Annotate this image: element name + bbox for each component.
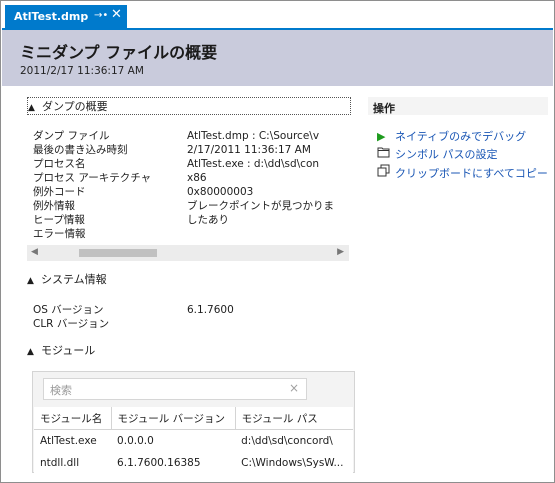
label-last-write-time: 最後の書き込み時刻	[33, 144, 128, 156]
section-title: ダンプの概要	[42, 100, 108, 113]
folder-icon	[377, 146, 395, 161]
tab-title: AtlTest.dmp	[14, 10, 89, 23]
label-process-name: プロセス名	[33, 158, 86, 170]
summary-header: ミニダンプ ファイルの概要 2011/2/17 11:36:17 AM	[2, 30, 553, 86]
cell-module-path: C:\Windows\SysW...	[241, 457, 344, 469]
close-icon[interactable]: ✕	[111, 8, 122, 22]
table-row[interactable]: AtlTest.exe 0.0.0.0 d:\dd\sd\concord\	[34, 430, 353, 453]
action-label: クリップボードにすべてコピー	[395, 167, 548, 180]
value-process-architecture: x86	[187, 172, 207, 184]
label-clr-version: CLR バージョン	[33, 318, 110, 330]
horizontal-scrollbar[interactable]: ◀ ▶	[27, 245, 349, 261]
cell-module-name: AtlTest.exe	[40, 435, 97, 447]
search-placeholder: 検索	[50, 384, 72, 397]
pin-icon[interactable]: →•	[94, 10, 108, 21]
section-title: システム情報	[41, 273, 107, 286]
dump-date: 2011/2/17 11:36:17 AM	[20, 65, 144, 77]
play-icon: ▶	[377, 130, 386, 143]
chevron-up-icon: ▲	[28, 103, 35, 113]
action-label: シンボル パスの設定	[395, 148, 498, 161]
label-exception-info: 例外情報	[33, 200, 75, 212]
action-set-symbol-paths[interactable]: シンボル パスの設定	[377, 146, 498, 162]
clear-icon[interactable]: ×	[289, 381, 299, 395]
action-copy-all-to-clipboard[interactable]: クリップボードにすべてコピー	[377, 164, 548, 181]
system-info-values: 6.1.7600	[187, 303, 234, 317]
copy-icon	[377, 164, 395, 180]
value-dump-file: AtlTest.dmp : C:\Source\v	[187, 130, 320, 142]
section-title: モジュール	[41, 344, 96, 357]
label-process-architecture: プロセス アーキテクチャ	[33, 172, 152, 184]
action-debug-native-only[interactable]: ▶ ネイティブのみでデバッグ	[377, 128, 526, 144]
table-row[interactable]: ntdll.dll 6.1.7600.16385 C:\Windows\SysW…	[34, 452, 353, 474]
label-exception-code: 例外コード	[33, 186, 86, 198]
scroll-left-icon[interactable]: ◀	[31, 247, 38, 257]
cell-module-version: 0.0.0.0	[117, 435, 154, 447]
cell-module-path: d:\dd\sd\concord\	[241, 435, 333, 447]
actions-header: 操作	[368, 97, 548, 115]
value-exception-info: ブレークポイントが見つかりま	[187, 200, 334, 212]
modules-table: モジュール名 モジュール バージョン モジュール パス AtlTest.exe …	[34, 407, 353, 474]
label-dump-file: ダンプ ファイル	[33, 130, 110, 142]
chevron-up-icon: ▲	[27, 347, 34, 357]
document-tab-strip: AtlTest.dmp →• ✕	[2, 2, 553, 30]
value-process-name: AtlTest.exe : d:\dd\sd\con	[187, 158, 320, 170]
value-exception-info-cont: したあり	[187, 214, 229, 226]
tab-atltest-dmp[interactable]: AtlTest.dmp →• ✕	[5, 5, 127, 28]
document-window: AtlTest.dmp →• ✕ ミニダンプ ファイルの概要 2011/2/17…	[0, 0, 555, 483]
value-last-write-time: 2/17/2011 11:36:17 AM	[187, 144, 311, 156]
scroll-right-icon[interactable]: ▶	[337, 247, 344, 257]
modules-panel: 検索 × モジュール名 モジュール バージョン モジュール パス AtlTest…	[32, 371, 355, 474]
column-header-module-name[interactable]: モジュール名	[34, 407, 112, 430]
column-header-module-path[interactable]: モジュール パス	[235, 407, 353, 430]
label-error-info: エラー情報	[33, 228, 86, 240]
module-search-input[interactable]: 検索 ×	[43, 378, 307, 400]
section-dump-summary-header[interactable]: ▲ ダンプの概要	[27, 97, 351, 115]
label-heap-info: ヒープ情報	[33, 214, 85, 226]
cell-module-name: ntdll.dll	[40, 457, 80, 469]
dump-summary-labels: ダンプ ファイル 最後の書き込み時刻 プロセス名 プロセス アーキテクチャ 例外…	[33, 129, 151, 241]
label-os-version: OS バージョン	[33, 304, 104, 316]
scrollbar-thumb[interactable]	[79, 249, 157, 257]
section-modules-header[interactable]: ▲ モジュール	[27, 342, 95, 358]
chevron-up-icon: ▲	[27, 276, 34, 286]
section-system-info-header[interactable]: ▲ システム情報	[27, 271, 107, 287]
value-os-version: 6.1.7600	[187, 304, 234, 316]
system-info-labels: OS バージョン CLR バージョン	[33, 303, 109, 331]
dump-summary-values: AtlTest.dmp : C:\Source\v 2/17/2011 11:3…	[187, 129, 334, 227]
column-header-module-version[interactable]: モジュール バージョン	[111, 407, 236, 430]
value-exception-code: 0x80000003	[187, 186, 254, 198]
actions-title: 操作	[373, 102, 395, 115]
table-header-row: モジュール名 モジュール バージョン モジュール パス	[34, 407, 353, 430]
page-title: ミニダンプ ファイルの概要	[20, 43, 218, 62]
cell-module-version: 6.1.7600.16385	[117, 457, 201, 469]
action-label: ネイティブのみでデバッグ	[395, 130, 527, 143]
